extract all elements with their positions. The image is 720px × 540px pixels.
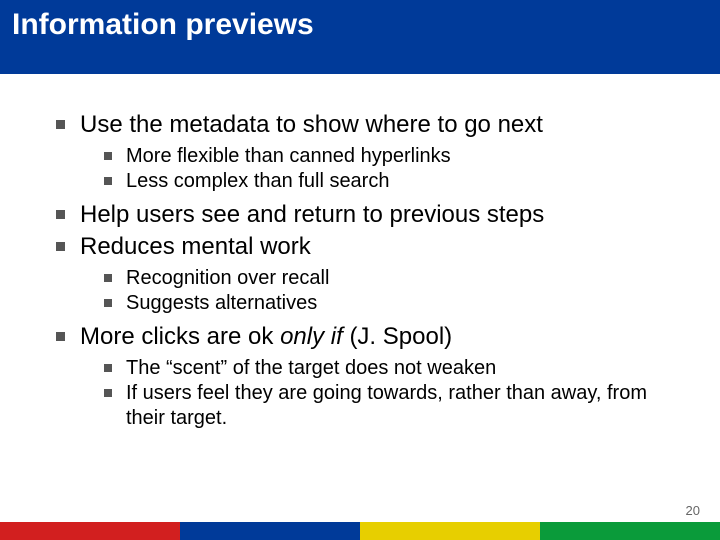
title-bar: Information previews (0, 0, 720, 74)
stripe-red (0, 522, 180, 540)
slide-title: Information previews (12, 8, 708, 42)
slide-content: Use the metadata to show where to go nex… (0, 74, 720, 431)
footer-stripe (0, 522, 720, 540)
bullet-level2: More flexible than canned hyperlinks (104, 144, 678, 169)
sub-bullet-list: More flexible than canned hyperlinksLess… (104, 144, 678, 194)
bullet-list: Use the metadata to show where to go nex… (56, 110, 678, 431)
bullet-level1: Use the metadata to show where to go nex… (56, 110, 678, 194)
stripe-green (540, 522, 720, 540)
bullet-level2: Less complex than full search (104, 169, 678, 194)
bullet-level2: The “scent” of the target does not weake… (104, 356, 678, 381)
bullet-level1: More clicks are ok only if (J. Spool)The… (56, 322, 678, 431)
stripe-blue (180, 522, 360, 540)
bullet-level2: Recognition over recall (104, 266, 678, 291)
page-number: 20 (686, 503, 700, 518)
sub-bullet-list: Recognition over recallSuggests alternat… (104, 266, 678, 316)
bullet-level1: Reduces mental workRecognition over reca… (56, 232, 678, 316)
stripe-yellow (360, 522, 540, 540)
bullet-level2: Suggests alternatives (104, 291, 678, 316)
bullet-level2: If users feel they are going towards, ra… (104, 381, 678, 431)
sub-bullet-list: The “scent” of the target does not weake… (104, 356, 678, 431)
bullet-level1: Help users see and return to previous st… (56, 200, 678, 230)
